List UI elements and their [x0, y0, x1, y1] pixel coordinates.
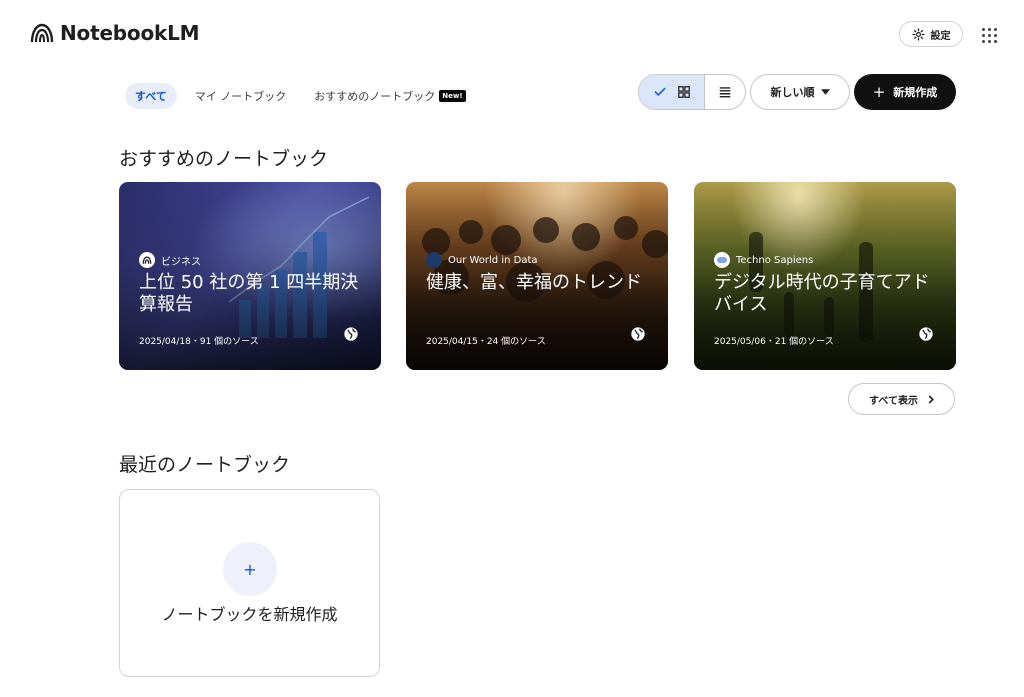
notebooklm-logo-icon: [30, 23, 54, 43]
card-title: デジタル時代の子育てアドバイス: [714, 272, 930, 315]
new-notebook-card[interactable]: + ノートブックを新規作成: [119, 489, 380, 677]
list-view-icon: [719, 87, 731, 98]
source-logo-icon: [714, 252, 730, 268]
check-icon: [654, 87, 665, 96]
card-source-label: Techno Sapiens: [736, 254, 814, 266]
card-source: Our World in Data: [426, 252, 538, 268]
card-source-label: Our World in Data: [448, 254, 538, 266]
card-meta: 2025/04/15・24 個のソース: [426, 337, 546, 347]
list-view-button[interactable]: [705, 75, 745, 109]
apps-grid-icon[interactable]: [978, 24, 1000, 46]
plus-icon: +: [872, 83, 886, 101]
grid-view-icon: [677, 86, 690, 98]
app-logo[interactable]: NotebookLM: [30, 21, 200, 45]
featured-notebook-card[interactable]: ビジネス 上位 50 社の第 1 四半期決算報告 2025/04/18・91 個…: [119, 182, 381, 370]
add-icon: +: [223, 542, 277, 596]
source-logo-icon: [139, 252, 155, 268]
create-notebook-button[interactable]: + 新規作成: [854, 74, 956, 110]
card-source: Techno Sapiens: [714, 252, 813, 268]
card-meta: 2025/05/06・21 個のソース: [714, 337, 834, 347]
show-all-button[interactable]: すべて表示: [848, 383, 955, 415]
new-badge: New!: [439, 90, 466, 102]
card-meta: 2025/04/18・91 個のソース: [139, 337, 259, 347]
new-notebook-label: ノートブックを新規作成: [161, 605, 338, 624]
card-title: 上位 50 社の第 1 四半期決算報告: [139, 272, 359, 315]
sort-dropdown[interactable]: 新しい順: [750, 74, 850, 110]
public-globe-icon: [344, 327, 358, 341]
view-toggle: [638, 74, 746, 110]
settings-button[interactable]: 設定: [899, 21, 963, 47]
show-all-label: すべて表示: [869, 395, 918, 407]
card-source: ビジネス: [139, 252, 201, 268]
grid-view-button[interactable]: [639, 75, 705, 109]
app-title: NotebookLM: [60, 21, 200, 45]
filter-tabs: すべて マイ ノートブック おすすめのノートブック New!: [125, 83, 476, 109]
sort-label: 新しい順: [770, 86, 815, 99]
top-bar: NotebookLM 設定: [0, 0, 1024, 68]
source-logo-icon: [426, 252, 442, 268]
card-title: 健康、富、幸福のトレンド: [426, 272, 642, 293]
public-globe-icon: [631, 327, 645, 341]
public-globe-icon: [919, 327, 933, 341]
dropdown-arrow-icon: [820, 89, 830, 95]
featured-section-title: おすすめのノートブック: [119, 148, 329, 170]
filter-all[interactable]: すべて: [125, 83, 177, 109]
card-source-label: ビジネス: [161, 256, 201, 268]
filter-featured-notebooks[interactable]: おすすめのノートブック New!: [304, 83, 475, 109]
recent-section-title: 最近のノートブック: [119, 454, 291, 476]
featured-notebook-card[interactable]: Our World in Data 健康、富、幸福のトレンド 2025/04/1…: [406, 182, 668, 370]
gear-icon: [911, 27, 925, 41]
featured-notebook-card[interactable]: Techno Sapiens デジタル時代の子育てアドバイス 2025/05/0…: [694, 182, 956, 370]
filter-my-notebooks[interactable]: マイ ノートブック: [185, 83, 297, 109]
settings-label: 設定: [930, 30, 951, 42]
create-label: 新規作成: [893, 86, 938, 99]
chevron-right-icon: [928, 394, 934, 404]
